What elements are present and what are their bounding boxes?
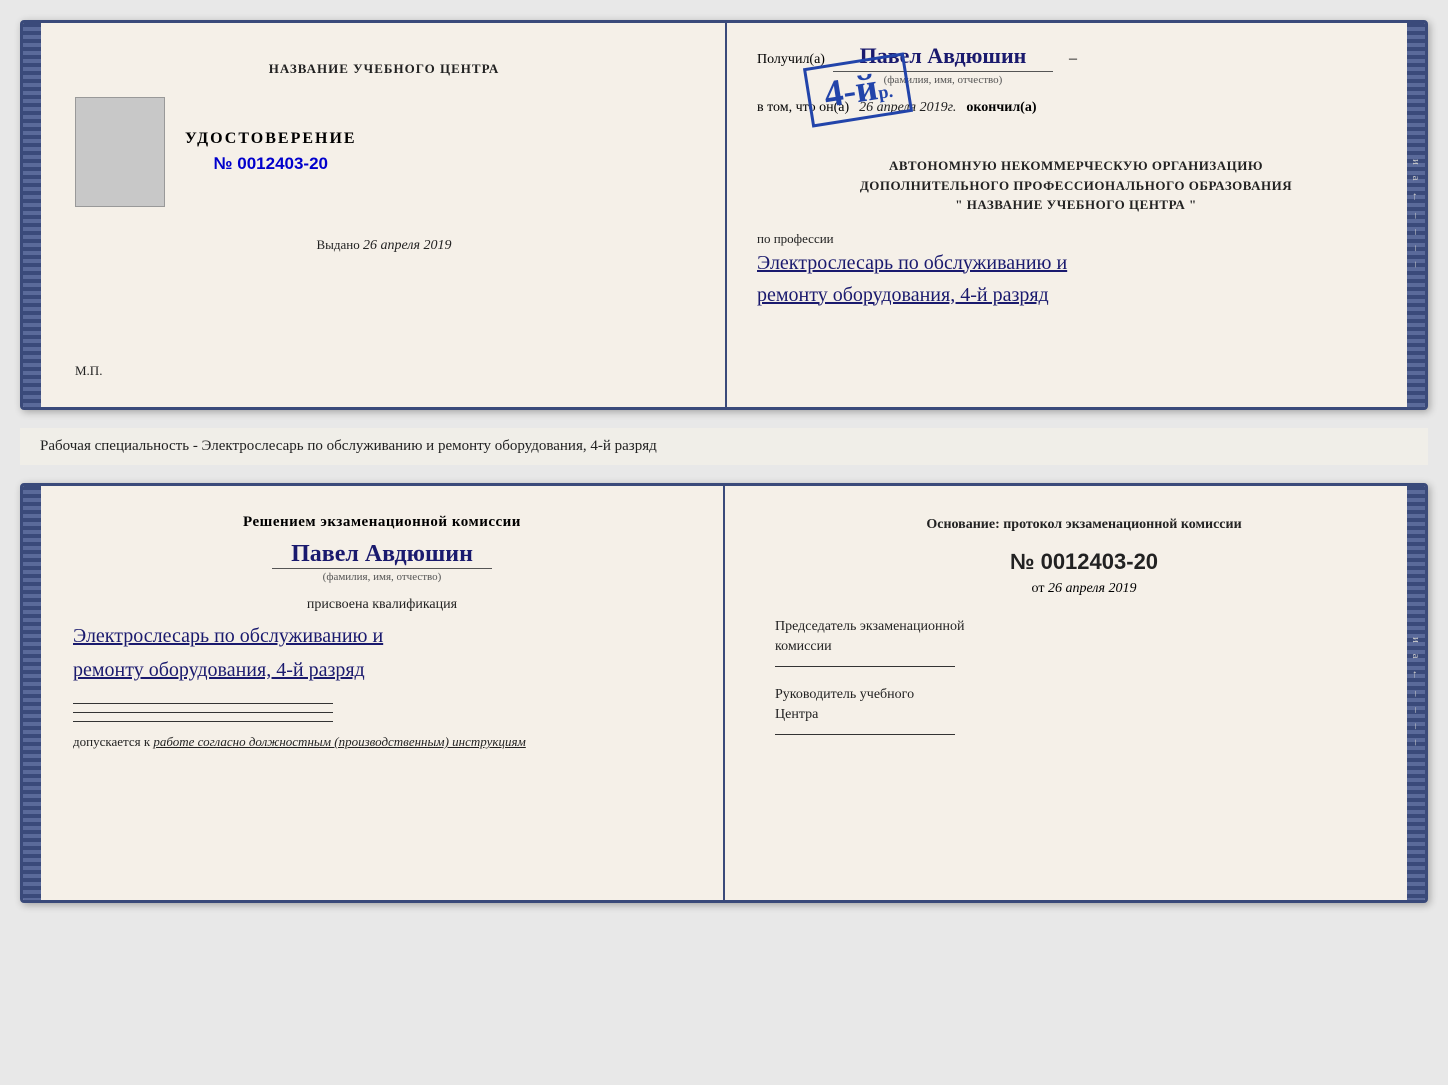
sig-line-1 — [73, 703, 333, 704]
fio-label-bottom: (фамилия, имя, отчество) — [272, 568, 492, 583]
spine-left-bottom — [23, 486, 41, 900]
institution-name-top: НАЗВАНИЕ УЧЕБНОГО ЦЕНТРА — [269, 61, 500, 77]
director-text: Руководитель учебного Центра — [775, 685, 1393, 724]
top-left-panel: НАЗВАНИЕ УЧЕБНОГО ЦЕНТРА УДОСТОВЕРЕНИЕ №… — [23, 23, 727, 407]
side-strip-right-bottom: и а ← – – – – — [1407, 486, 1425, 900]
assigned-text: присвоена квалификация — [73, 597, 691, 613]
org-line3: " НАЗВАНИЕ УЧЕБНОГО ЦЕНТРА " — [757, 195, 1395, 215]
issued-line: Выдано 26 апреля 2019 — [317, 237, 452, 254]
chairman-text: Председатель экзаменационной комиссии — [775, 617, 1393, 656]
finished-label: окончил(а) — [966, 100, 1036, 116]
allowed-text: работе согласно должностным (производств… — [153, 734, 525, 749]
allowed-block: допускается к работе согласно должностны… — [73, 734, 691, 750]
decision-title: Решением экзаменационной комиссии — [73, 514, 691, 531]
mp-text: М.П. — [75, 363, 102, 379]
dash-1: – — [1069, 50, 1077, 68]
issued-label: Выдано — [317, 237, 360, 252]
profession-value-top-2: ремонту оборудования, 4-й разряд — [757, 279, 1395, 311]
photo-placeholder — [75, 97, 165, 207]
org-block: АВТОНОМНУЮ НЕКОММЕРЧЕСКУЮ ОРГАНИЗАЦИЮ ДО… — [757, 156, 1395, 215]
bottom-right-panel: и а ← – – – – Основание: протокол экзаме… — [725, 486, 1425, 900]
spine-left — [23, 23, 41, 407]
date-from-value: 26 апреля 2019 — [1048, 581, 1136, 596]
allowed-label: допускается к — [73, 734, 150, 749]
side-char-1: и а ← – – – – — [1410, 159, 1422, 271]
middle-label: Рабочая специальность - Электрослесарь п… — [20, 428, 1428, 465]
director-line1: Руководитель учебного — [775, 687, 914, 702]
page-wrapper: НАЗВАНИЕ УЧЕБНОГО ЦЕНТРА УДОСТОВЕРЕНИЕ №… — [20, 20, 1428, 903]
signature-lines — [73, 703, 691, 722]
left-content: НАЗВАНИЕ УЧЕБНОГО ЦЕНТРА УДОСТОВЕРЕНИЕ №… — [55, 51, 693, 254]
side-strip-right-top: и а ← – – – – — [1407, 23, 1425, 407]
sig-line-2 — [73, 712, 333, 713]
person-name-bottom: Павел Авдюшин — [73, 541, 691, 568]
date-from-block: от 26 апреля 2019 — [775, 581, 1393, 597]
director-sig-line — [775, 734, 955, 735]
org-line2: ДОПОЛНИТЕЛЬНОГО ПРОФЕССИОНАЛЬНОГО ОБРАЗО… — [757, 176, 1395, 196]
chairman-sig-line — [775, 666, 955, 667]
bottom-document: Решением экзаменационной комиссии Павел … — [20, 483, 1428, 903]
left-middle-block: УДОСТОВЕРЕНИЕ № 0012403-20 — [75, 97, 693, 207]
chairman-line1: Председатель экзаменационной — [775, 619, 964, 634]
cert-number: № 0012403-20 — [214, 154, 328, 174]
org-line1: АВТОНОМНУЮ НЕКОММЕРЧЕСКУЮ ОРГАНИЗАЦИЮ — [757, 156, 1395, 176]
certificate-block: УДОСТОВЕРЕНИЕ № 0012403-20 — [185, 130, 357, 174]
qualification-line2: ремонту оборудования, 4-й разряд — [73, 653, 691, 687]
qualification-line1: Электрослесарь по обслуживанию и — [73, 619, 691, 653]
issued-date: 26 апреля 2019 — [363, 238, 451, 253]
profession-block-top: по профессии Электрослесарь по обслужива… — [757, 231, 1395, 311]
protocol-number: № 0012403-20 — [775, 549, 1393, 575]
sig-line-3 — [73, 721, 333, 722]
cert-title: УДОСТОВЕРЕНИЕ — [185, 130, 357, 148]
bottom-left-panel: Решением экзаменационной комиссии Павел … — [23, 486, 725, 900]
side-chars-bottom: и а ← – – – – — [1410, 637, 1422, 749]
chairman-line2: комиссии — [775, 639, 832, 654]
date-from-label: от — [1032, 581, 1045, 596]
director-line2: Центра — [775, 707, 818, 722]
profession-value-top-1: Электрослесарь по обслуживанию и — [757, 247, 1395, 279]
basis-title: Основание: протокол экзаменационной коми… — [775, 514, 1393, 535]
grade-label: 4-й — [821, 66, 880, 116]
top-document: НАЗВАНИЕ УЧЕБНОГО ЦЕНТРА УДОСТОВЕРЕНИЕ №… — [20, 20, 1428, 410]
profession-label-top: по профессии — [757, 231, 1395, 247]
top-right-panel: и а ← – – – – Получил(а) Павел Авдюшин (… — [727, 23, 1425, 407]
grade-suffix: р. — [877, 81, 894, 103]
